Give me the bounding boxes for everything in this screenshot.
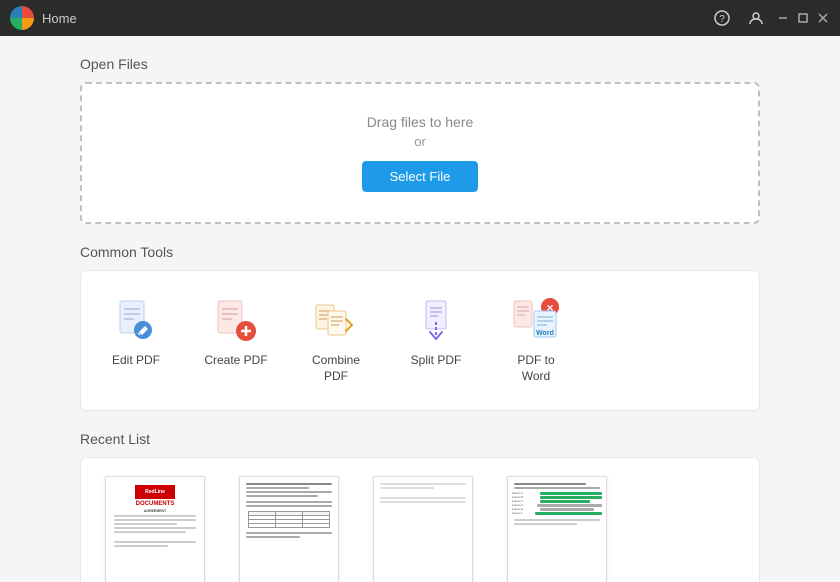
titlebar: Home ? [0, 0, 840, 36]
tool-split-pdf[interactable]: Split PDF [391, 289, 481, 392]
minimize-button[interactable] [776, 11, 790, 25]
svg-text:Word: Word [536, 330, 554, 337]
edit-pdf-icon [112, 297, 160, 345]
recent-list-title: Recent List [80, 431, 760, 447]
pdf-to-word-icon: ✕ Word [512, 297, 560, 345]
main-content: Open Files Drag files to here or Select … [0, 36, 840, 582]
tool-create-pdf[interactable]: Create PDF [191, 289, 281, 392]
common-tools-section: Common Tools Edit PDF [80, 244, 760, 411]
recent-item-2[interactable]: abc1 [229, 476, 349, 582]
drag-text: Drag files to here [102, 114, 738, 130]
maximize-button[interactable] [796, 11, 810, 25]
recent-thumb-2 [239, 476, 339, 582]
recent-list-section: Recent List RedLine DOCUMENTS AGREEMENT [80, 431, 760, 582]
edit-pdf-label: Edit PDF [112, 353, 160, 369]
split-pdf-label: Split PDF [411, 353, 462, 369]
tool-pdf-to-word[interactable]: ✕ Word PDF toWord [491, 289, 581, 392]
recent-thumb-3 [373, 476, 473, 582]
app-logo [10, 6, 34, 30]
svg-text:?: ? [719, 14, 725, 25]
recent-item-3[interactable]: geekersoft Price [363, 476, 483, 582]
combine-pdf-icon [312, 297, 360, 345]
create-pdf-icon [212, 297, 260, 345]
common-tools-title: Common Tools [80, 244, 760, 260]
recent-box: RedLine DOCUMENTS AGREEMENT supportem162… [80, 457, 760, 582]
tools-box: Edit PDF Create PDF [80, 270, 760, 411]
recent-thumb-1: RedLine DOCUMENTS AGREEMENT [105, 476, 205, 582]
titlebar-title: Home [42, 11, 77, 26]
user-button[interactable] [742, 4, 770, 32]
or-text: or [102, 134, 738, 149]
close-button[interactable] [816, 11, 830, 25]
recent-item-1[interactable]: RedLine DOCUMENTS AGREEMENT supportem162… [95, 476, 215, 582]
tool-combine-pdf[interactable]: Combine PDF [291, 289, 381, 392]
combine-pdf-label: Combine PDF [299, 353, 373, 384]
recent-thumb-4: Feature A Feature B Feature C Featu [507, 476, 607, 582]
pdf-to-word-label: PDF toWord [517, 353, 554, 384]
tool-edit-pdf[interactable]: Edit PDF [91, 289, 181, 392]
open-files-title: Open Files [80, 56, 760, 72]
split-pdf-icon [412, 297, 460, 345]
dropzone[interactable]: Drag files to here or Select File [80, 82, 760, 224]
help-button[interactable]: ? [708, 4, 736, 32]
create-pdf-label: Create PDF [204, 353, 267, 369]
recent-item-4[interactable]: Feature A Feature B Feature C Featu [497, 476, 617, 582]
titlebar-controls: ? [708, 4, 830, 32]
select-file-button[interactable]: Select File [362, 161, 479, 192]
